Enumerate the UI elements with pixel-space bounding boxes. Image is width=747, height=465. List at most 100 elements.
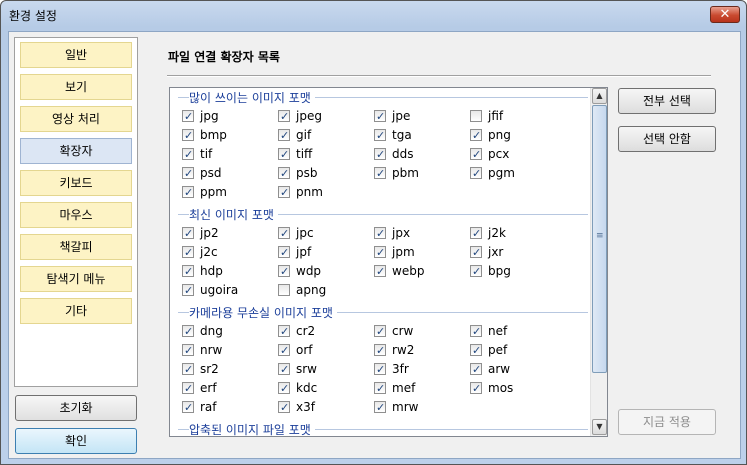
checked-box-icon[interactable]: ✓: [182, 110, 194, 123]
checked-box-icon[interactable]: ✓: [182, 265, 194, 278]
checked-box-icon[interactable]: ✓: [278, 265, 290, 278]
checked-box-icon[interactable]: ✓: [374, 129, 386, 142]
checked-box-icon[interactable]: ✓: [470, 382, 482, 395]
checkmark-icon: ✓: [376, 148, 386, 161]
checked-box-icon[interactable]: ✓: [182, 186, 194, 199]
checked-box-icon[interactable]: ✓: [278, 148, 290, 161]
checked-box-icon[interactable]: ✓: [470, 129, 482, 142]
sidebar-item-explorer-menu[interactable]: 탐색기 메뉴: [20, 266, 132, 292]
extension-label: j2k: [488, 226, 506, 240]
checked-box-icon[interactable]: ✓: [278, 186, 290, 199]
sidebar-item-etc[interactable]: 기타: [20, 298, 132, 324]
extension-label: gif: [296, 128, 312, 142]
checked-box-icon[interactable]: ✓: [182, 129, 194, 142]
extension-label: bpg: [488, 264, 511, 278]
extension-label: tga: [392, 128, 412, 142]
checkmark-icon: ✓: [184, 401, 194, 414]
checked-box-icon[interactable]: ✓: [182, 325, 194, 338]
checked-box-icon[interactable]: ✓: [182, 382, 194, 395]
sidebar-item-image-processing[interactable]: 영상 처리: [20, 106, 132, 132]
checked-box-icon[interactable]: ✓: [278, 227, 290, 240]
checked-box-icon[interactable]: ✓: [278, 246, 290, 259]
extension-label: jfif: [488, 109, 504, 123]
title-bar[interactable]: 환경 설정 ✕: [1, 1, 746, 29]
grip-icon: ≡: [596, 231, 604, 241]
extension-label: rw2: [392, 343, 415, 357]
deselect-all-button[interactable]: 선택 안함: [618, 126, 716, 152]
extension-label: crw: [392, 324, 414, 338]
sidebar-item-extensions[interactable]: 확장자: [20, 138, 132, 164]
checked-box-icon[interactable]: ✓: [278, 344, 290, 357]
group-title: 최신 이미지 포맷: [189, 206, 278, 223]
checked-box-icon[interactable]: ✓: [374, 382, 386, 395]
scroll-up-icon[interactable]: ▲: [592, 88, 607, 104]
checked-box-icon[interactable]: ✓: [182, 344, 194, 357]
checked-box-icon[interactable]: ✓: [374, 344, 386, 357]
checked-box-icon[interactable]: ✓: [278, 325, 290, 338]
sidebar-item-keyboard[interactable]: 키보드: [20, 170, 132, 196]
sidebar-item-mouse[interactable]: 마우스: [20, 202, 132, 228]
checkmark-icon: ✓: [184, 284, 194, 297]
checked-box-icon[interactable]: ✓: [470, 227, 482, 240]
checked-box-icon[interactable]: ✓: [182, 227, 194, 240]
unchecked-box-icon[interactable]: [470, 110, 482, 122]
extension-list[interactable]: 많이 쓰이는 이미지 포맷 ✓ jpg ✓ jpeg ✓ jpe jfif ✓ bmp ✓ gif ✓ t…: [169, 87, 608, 437]
extension-label: pef: [488, 343, 508, 357]
unchecked-box-icon[interactable]: [278, 284, 290, 296]
page-title: 파일 연결 확장자 목록: [168, 50, 280, 64]
checked-box-icon[interactable]: ✓: [374, 227, 386, 240]
checked-box-icon[interactable]: ✓: [374, 265, 386, 278]
checked-box-icon[interactable]: ✓: [374, 167, 386, 180]
checked-box-icon[interactable]: ✓: [470, 344, 482, 357]
sidebar-item-view[interactable]: 보기: [20, 74, 132, 100]
scroll-down-icon[interactable]: ▼: [592, 419, 607, 435]
extension-label: tif: [200, 147, 213, 161]
checked-box-icon[interactable]: ✓: [182, 363, 194, 376]
extension-label: arw: [488, 362, 511, 376]
checked-box-icon[interactable]: ✓: [278, 167, 290, 180]
checked-box-icon[interactable]: ✓: [374, 246, 386, 259]
checked-box-icon[interactable]: ✓: [182, 167, 194, 180]
checked-box-icon[interactable]: ✓: [374, 110, 386, 123]
scroll-thumb[interactable]: ≡: [592, 105, 607, 373]
close-button[interactable]: ✕: [710, 6, 740, 23]
checked-box-icon[interactable]: ✓: [374, 325, 386, 338]
sidebar-item-bookmarks[interactable]: 책갈피: [20, 234, 132, 260]
select-all-button[interactable]: 전부 선택: [618, 88, 716, 114]
checked-box-icon[interactable]: ✓: [182, 284, 194, 297]
checked-box-icon[interactable]: ✓: [374, 363, 386, 376]
extension-label: erf: [200, 381, 217, 395]
checked-box-icon[interactable]: ✓: [278, 382, 290, 395]
extension-label: jpm: [392, 245, 415, 259]
checked-box-icon[interactable]: ✓: [470, 363, 482, 376]
checked-box-icon[interactable]: ✓: [470, 246, 482, 259]
checked-box-icon[interactable]: ✓: [182, 148, 194, 161]
checkmark-icon: ✓: [184, 325, 194, 338]
extension-label: bmp: [200, 128, 227, 142]
extension-label: kdc: [296, 381, 318, 395]
extension-label: jpeg: [296, 109, 322, 123]
checked-box-icon[interactable]: ✓: [278, 363, 290, 376]
apply-now-button[interactable]: 지금 적용: [618, 409, 716, 435]
checked-box-icon[interactable]: ✓: [470, 167, 482, 180]
ok-button[interactable]: 확인: [15, 428, 137, 454]
checkmark-icon: ✓: [280, 265, 290, 278]
vertical-scrollbar[interactable]: ▲ ≡ ▼: [590, 88, 607, 436]
checkmark-icon: ✓: [472, 344, 482, 357]
checked-box-icon[interactable]: ✓: [182, 246, 194, 259]
checked-box-icon[interactable]: ✓: [278, 401, 290, 414]
checked-box-icon[interactable]: ✓: [278, 110, 290, 123]
reset-button[interactable]: 초기화: [15, 395, 137, 421]
checked-box-icon[interactable]: ✓: [470, 325, 482, 338]
checkmark-icon: ✓: [472, 325, 482, 338]
checkmark-icon: ✓: [472, 227, 482, 240]
checked-box-icon[interactable]: ✓: [278, 129, 290, 142]
checked-box-icon[interactable]: ✓: [182, 401, 194, 414]
checked-box-icon[interactable]: ✓: [470, 148, 482, 161]
extension-label: dds: [392, 147, 414, 161]
sidebar-item-general[interactable]: 일반: [20, 42, 132, 68]
checked-box-icon[interactable]: ✓: [374, 401, 386, 414]
checked-box-icon[interactable]: ✓: [374, 148, 386, 161]
extension-label: jpg: [200, 109, 219, 123]
checked-box-icon[interactable]: ✓: [470, 265, 482, 278]
